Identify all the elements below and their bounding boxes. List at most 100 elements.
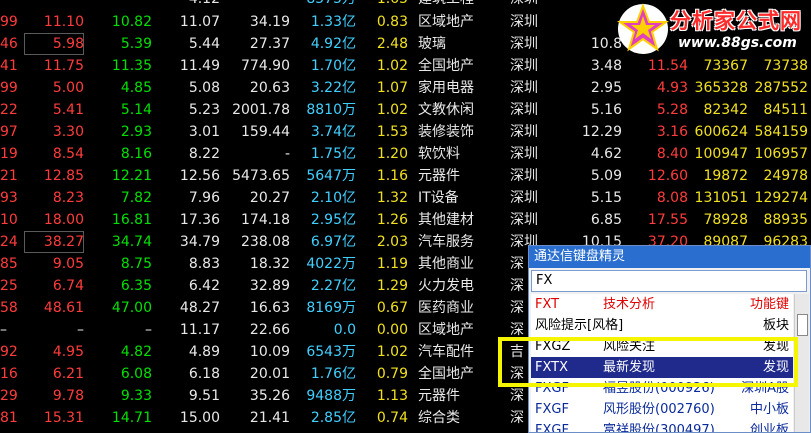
table-cell: 11.75: [43, 58, 84, 74]
table-cell: 深圳: [510, 58, 538, 74]
table-cell: 34.74: [111, 234, 152, 250]
table-cell: 1.02: [376, 58, 408, 74]
table-cell: 5.44: [188, 36, 220, 52]
table-cell: 2.48: [376, 36, 408, 52]
table-cell: 10.82: [111, 14, 152, 30]
suggestion-item[interactable]: 风险提示[风格] 板块: [531, 315, 793, 336]
table-cell: 3.01: [188, 124, 220, 140]
table-cell: 深圳: [510, 168, 538, 184]
suggestion-item[interactable]: FXGF 风形股份(002760) 中小板: [531, 399, 793, 420]
table-cell: 38.27: [24, 231, 84, 253]
table-cell: 综合类: [418, 410, 460, 426]
table-cell: 3.48: [590, 58, 622, 74]
table-cell: 78928: [703, 212, 748, 228]
table-cell: 24: [0, 234, 18, 250]
table-cell: 1.02: [376, 102, 408, 118]
table-cell: 0.79: [376, 366, 408, 382]
table-cell: 11.17: [179, 322, 220, 338]
table-cell: 10: [0, 212, 18, 228]
wizard-search-input[interactable]: FX: [531, 270, 807, 292]
table-cell: 4.12: [160, 0, 220, 10]
table-cell: 6543万: [306, 344, 356, 360]
table-row[interactable]: 41 11.75 11.35 11.49 774.90 1.70亿 1.02 全国地产 深圳 3.…: [0, 55, 811, 77]
table-cell: 1.53: [376, 124, 408, 140]
table-row[interactable]: 97 3.30 2.93 3.01 159.44 3.74亿 1.53 装修装饰 深圳 12.29…: [0, 121, 811, 143]
site-logo: 分析家公式网 www.88gs.com: [612, 0, 811, 58]
table-cell: 3.30: [52, 124, 84, 140]
table-cell: 软饮料: [418, 146, 460, 162]
table-cell: 1.32: [376, 190, 408, 206]
table-cell: 9.51: [188, 388, 220, 404]
table-cell: 29: [0, 388, 18, 404]
table-cell: 区域地产: [418, 14, 474, 30]
table-cell: 774.90: [241, 58, 290, 74]
table-cell: 7.96: [188, 190, 220, 206]
table-cell: 35.26: [249, 388, 290, 404]
table-cell: 深圳: [510, 146, 538, 162]
scroll-thumb[interactable]: [797, 314, 808, 336]
table-cell: 4.93: [656, 80, 688, 96]
table-cell: 建筑工程: [418, 0, 508, 10]
table-cell: 584159: [754, 124, 808, 140]
table-cell: 深圳: [510, 212, 538, 228]
table-cell: 2.27亿: [310, 278, 356, 294]
table-cell: 18.32: [249, 256, 290, 272]
table-row[interactable]: 10 18.00 16.81 17.36 174.18 2.95亿 1.26 其他建材 深圳 6.…: [0, 209, 811, 231]
table-cell: 4.89: [188, 344, 220, 360]
table-cell: 8810万: [306, 102, 356, 118]
table-cell: 汽车配件: [418, 344, 474, 360]
table-cell: 85: [0, 256, 18, 272]
table-row[interactable]: 99 5.00 4.85 5.08 20.63 3.22亿 1.07 家用电器 深圳 2.95 4.…: [0, 77, 811, 99]
table-cell: 深圳: [510, 102, 538, 118]
table-cell: 17.36: [179, 212, 220, 228]
suggestion-item[interactable]: FXT 技术分析 功能键: [531, 294, 793, 315]
table-cell: 15.00: [179, 410, 220, 426]
table-cell: 文教休闲: [418, 102, 474, 118]
table-cell: 9488万: [306, 388, 356, 404]
table-cell: 区域地产: [418, 322, 474, 338]
table-cell: IT设备: [418, 190, 459, 206]
suggestion-type: 创业板: [749, 423, 789, 432]
table-cell: –: [145, 322, 152, 338]
table-cell: 1.33亿: [310, 14, 356, 30]
table-cell: 24978: [763, 168, 808, 184]
table-row[interactable]: 93 8.23 7.82 7.96 20.27 2.10亿 1.32 IT设备 深圳 5.15 8.…: [0, 187, 811, 209]
table-cell: 15.31: [43, 410, 84, 426]
suggestion-type: 板块: [762, 318, 789, 333]
table-cell: 6.18: [188, 366, 220, 382]
table-cell: 9.33: [120, 388, 152, 404]
table-cell: 4.62: [590, 146, 622, 162]
table-row[interactable]: 19 8.54 8.16 8.22 - 1.75亿 1.20 软饮料 深圳 4.62 8.40 100…: [0, 143, 811, 165]
suggestion-item[interactable]: FXGF 富祥股份(300497) 创业板: [531, 420, 793, 432]
table-cell: 4.85: [120, 80, 152, 96]
suggestion-type: 中小板: [749, 402, 789, 417]
table-cell: 7.82: [120, 190, 152, 206]
table-row[interactable]: 21 12.85 12.21 12.56 5473.65 5647万 1.16 元器件 深圳 5.…: [0, 165, 811, 187]
table-cell: –: [77, 322, 84, 338]
table-cell: 1.13: [376, 388, 408, 404]
suggestion-code: 风险提示[风格]: [535, 318, 624, 333]
table-cell: 11.35: [111, 58, 152, 74]
table-cell: 21.41: [249, 410, 290, 426]
table-cell: 8.23: [52, 190, 84, 206]
table-cell: –: [0, 322, 7, 338]
table-cell: 深圳: [510, 36, 538, 52]
star-icon: [616, 3, 670, 54]
table-cell: 元器件: [418, 168, 460, 184]
table-cell: 医药商业: [418, 300, 474, 316]
popup-title-bar[interactable]: 通达信键盘精灵: [529, 246, 810, 268]
table-cell: 365328: [694, 80, 748, 96]
table-cell: 11.10: [43, 14, 84, 30]
table-cell: 深圳: [510, 14, 538, 30]
table-cell: 22: [0, 102, 18, 118]
table-cell: 家用电器: [418, 80, 474, 96]
table-cell: 0.83: [376, 14, 408, 30]
table-cell: 6.74: [52, 278, 84, 294]
table-cell: 3.16: [656, 124, 688, 140]
table-cell: 100947: [694, 146, 748, 162]
table-cell: 131051: [694, 190, 748, 206]
table-cell: 4.82: [120, 344, 152, 360]
table-row[interactable]: 22 5.41 5.14 5.23 2001.78 8810万 1.02 文教休闲 深圳 5.16…: [0, 99, 811, 121]
table-cell: 火力发电: [418, 278, 474, 294]
table-cell: 5.16: [590, 102, 622, 118]
